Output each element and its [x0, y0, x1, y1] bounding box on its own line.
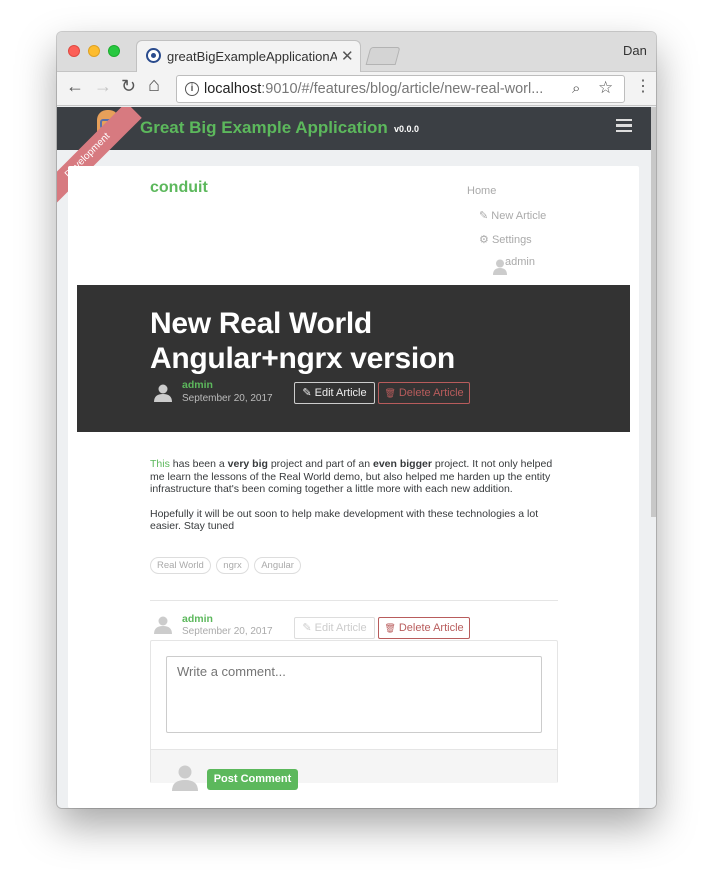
page-viewport: Great Big Example Application v0.0.0 Dev…	[57, 107, 656, 808]
article-text: has been a	[169, 458, 228, 470]
article-paragraph: This has been a very big project and par…	[150, 458, 562, 496]
home-icon[interactable]: ⌂	[148, 74, 160, 97]
article-bold-text: very big	[227, 458, 268, 470]
url-path: :9010/#/features/blog/article/new-real-w…	[261, 81, 544, 97]
tag-pill[interactable]: Real World	[150, 557, 211, 574]
app-version: v0.0.0	[394, 124, 420, 134]
pencil-icon: ✎	[302, 622, 312, 634]
app-title[interactable]: Great Big Example Application	[140, 118, 388, 138]
close-window-button[interactable]	[68, 45, 80, 57]
hamburger-menu-icon[interactable]	[616, 119, 632, 132]
delete-article-button[interactable]: 🗑 Delete Article	[378, 382, 470, 404]
edit-article-label: Edit Article	[314, 622, 367, 634]
article-date: September 20, 2017	[182, 626, 273, 637]
divider	[150, 600, 558, 601]
tag-pill[interactable]: Angular	[254, 557, 301, 574]
browser-menu-icon[interactable]: ⋮	[635, 76, 651, 96]
back-arrow-icon[interactable]: ←	[66, 76, 84, 97]
article-text: project and part of an	[267, 458, 373, 470]
delete-article-label: Delete Article	[398, 387, 464, 399]
delete-article-label: Delete Article	[398, 622, 464, 634]
url-text[interactable]: localhost:9010/#/features/blog/article/n…	[204, 81, 564, 97]
tab-title: greatBigExampleApplicationAp	[167, 49, 337, 64]
scrollbar[interactable]	[651, 107, 656, 517]
commenter-avatar-icon	[172, 765, 198, 791]
comment-input[interactable]	[166, 656, 542, 733]
zoom-icon[interactable]: ⌕	[572, 80, 580, 97]
profile-name[interactable]: Dan	[623, 43, 647, 58]
nav-new-article-link[interactable]: ✎ New Article	[479, 209, 546, 222]
close-icon[interactable]: ✕	[341, 47, 354, 65]
author-avatar-icon[interactable]	[154, 616, 172, 634]
author-avatar-icon[interactable]	[154, 384, 172, 402]
article-date: September 20, 2017	[182, 393, 273, 404]
article-bold-text: even bigger	[373, 458, 432, 470]
reload-icon[interactable]: ↻	[121, 76, 136, 97]
trash-icon: 🗑	[384, 623, 396, 633]
browser-window: greatBigExampleApplicationAp ✕ Dan ← → ↻…	[57, 32, 656, 808]
info-icon[interactable]: i	[185, 82, 199, 96]
browser-toolbar: ← → ↻ ⌂ i localhost:9010/#/features/blog…	[57, 72, 656, 106]
pencil-icon: ✎	[302, 387, 312, 399]
forward-arrow-icon[interactable]: →	[94, 76, 112, 97]
brand-link[interactable]: conduit	[150, 179, 208, 197]
article-title: New Real World Angular+ngrx version	[150, 307, 455, 375]
nav-home-link[interactable]: Home	[467, 185, 496, 197]
gear-icon: ⚙	[479, 234, 489, 246]
tag-pill[interactable]: ngrx	[216, 557, 249, 574]
url-host: localhost	[204, 81, 262, 97]
minimize-window-button[interactable]	[88, 45, 100, 57]
address-bar[interactable]: i localhost:9010/#/features/blog/article…	[176, 75, 625, 103]
browser-tab[interactable]: greatBigExampleApplicationAp ✕	[136, 40, 361, 72]
bookmark-star-icon[interactable]: ☆	[598, 78, 613, 98]
app-header: Great Big Example Application v0.0.0	[57, 107, 651, 150]
new-tab-button[interactable]	[365, 47, 401, 65]
comment-form: Post Comment	[150, 640, 558, 791]
blog-page: conduit Home ✎ New Article ⚙ Settings ad…	[68, 166, 639, 808]
trash-icon: 🗑	[384, 388, 396, 398]
nav-user-link[interactable]: admin	[505, 256, 535, 268]
article-body: This has been a very big project and par…	[150, 458, 562, 545]
nav-settings-link[interactable]: ⚙ Settings	[479, 233, 532, 246]
delete-article-button[interactable]: 🗑 Delete Article	[378, 617, 470, 639]
nav-settings-label: Settings	[491, 234, 532, 246]
edit-icon: ✎	[479, 210, 489, 222]
article-banner: New Real World Angular+ngrx version admi…	[77, 285, 630, 432]
nav-new-article-label: New Article	[491, 210, 547, 222]
edit-article-button[interactable]: ✎ Edit Article	[294, 617, 375, 639]
author-link[interactable]: admin	[182, 613, 213, 625]
edit-article-button[interactable]: ✎ Edit Article	[294, 382, 375, 404]
tag-list: Real World ngrx Angular	[150, 555, 302, 574]
post-comment-button[interactable]: Post Comment	[207, 769, 298, 790]
author-link[interactable]: admin	[182, 379, 213, 391]
article-link-word[interactable]: This	[150, 458, 170, 470]
edit-article-label: Edit Article	[314, 387, 367, 399]
browser-tab-strip: greatBigExampleApplicationAp ✕ Dan	[57, 32, 656, 72]
article-paragraph: Hopefully it will be out soon to help ma…	[150, 507, 539, 533]
comment-form-footer: Post Comment	[151, 749, 557, 791]
favicon-icon	[146, 48, 161, 63]
maximize-window-button[interactable]	[108, 45, 120, 57]
